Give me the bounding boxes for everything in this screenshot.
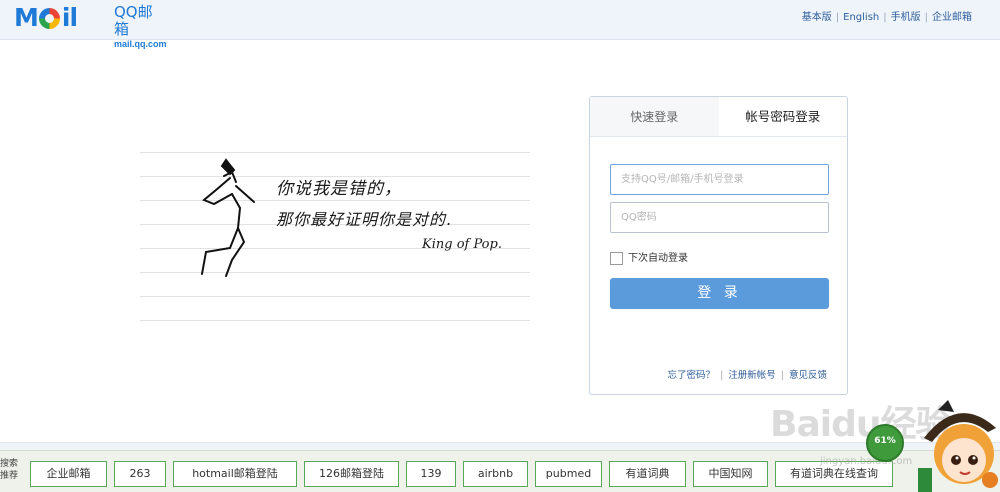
mobile-version-link[interactable]: 手机版 xyxy=(891,11,921,25)
chip-126[interactable]: 126邮箱登陆 xyxy=(304,461,399,487)
feedback-link[interactable]: 意见反馈 xyxy=(789,370,827,382)
chip-263[interactable]: 263 xyxy=(114,461,166,487)
divider: | xyxy=(835,12,840,23)
login-help-links: 忘了密码？ | 注册新帐号 | 意见反馈 xyxy=(668,370,827,382)
logo-mark: Mil xyxy=(14,4,100,32)
tab-quick-login[interactable]: 快速登录 xyxy=(590,97,719,136)
chip-pubmed[interactable]: pubmed xyxy=(535,461,602,487)
logo-caption: QQ邮箱 mail.qq.com xyxy=(114,4,167,50)
top-header: Mil QQ邮箱 mail.qq.com 基本版 | English | 手机版… xyxy=(0,0,1000,50)
divider: | xyxy=(924,12,928,23)
remember-checkbox[interactable] xyxy=(610,252,623,265)
quote-line-1: 你说我是错的， xyxy=(276,179,402,199)
logo-ring-icon xyxy=(39,8,60,29)
chip-cnki[interactable]: 中国知网 xyxy=(693,461,768,487)
login-panel: 快速登录 帐号密码登录 支持QQ号/邮箱/手机号登录 QQ密码 下次自动登录 登… xyxy=(589,96,848,395)
dancer-figure-icon xyxy=(201,158,255,277)
divider: | xyxy=(780,370,784,381)
divider: | xyxy=(883,12,887,23)
forgot-password-link[interactable]: 忘了密码？ xyxy=(668,370,716,382)
basic-version-link[interactable]: 基本版 xyxy=(802,11,832,25)
percent-badge-text: 61% xyxy=(874,436,896,446)
register-link[interactable]: 注册新帐号 xyxy=(728,370,776,382)
chip-youdao[interactable]: 有道词典 xyxy=(609,461,686,487)
login-tabs: 快速登录 帐号密码登录 xyxy=(590,97,847,137)
quote-line-2: 那你最好证明你是对的. xyxy=(276,210,453,229)
baidu-watermark-url: jingyan.baidu.com xyxy=(820,456,913,467)
chip-139[interactable]: 139 xyxy=(406,461,456,487)
ruled-line xyxy=(140,296,530,297)
king-of-pop-sketch: 你说我是错的， 那你最好证明你是对的. King of Pop. xyxy=(140,140,540,330)
login-button[interactable]: 登 录 xyxy=(610,278,829,309)
enterprise-mail-link[interactable]: 企业邮箱 xyxy=(932,11,972,25)
english-link[interactable]: English xyxy=(843,11,879,25)
qq-mail-logo[interactable]: Mil QQ邮箱 mail.qq.com xyxy=(14,2,167,50)
logo-url-text: mail.qq.com xyxy=(114,39,167,49)
recommend-chips: 企业邮箱 263 hotmail邮箱登陆 126邮箱登陆 139 airbnb … xyxy=(30,461,893,487)
logo-cn-text: QQ邮箱 xyxy=(114,3,153,38)
header-links: 基本版 | English | 手机版 | 企业邮箱 xyxy=(802,11,972,25)
signature: King of Pop. xyxy=(422,237,502,252)
password-input[interactable]: QQ密码 xyxy=(610,202,829,233)
username-input[interactable]: 支持QQ号/邮箱/手机号登录 xyxy=(610,164,829,195)
ruled-line xyxy=(140,320,530,321)
chip-airbnb[interactable]: airbnb xyxy=(463,461,528,487)
ruled-line xyxy=(140,152,530,153)
chip-enterprise-mail[interactable]: 企业邮箱 xyxy=(30,461,107,487)
remember-label: 下次自动登录 xyxy=(628,252,688,264)
remember-me[interactable]: 下次自动登录 xyxy=(610,252,688,265)
tab-password-login[interactable]: 帐号密码登录 xyxy=(719,97,848,136)
chip-hotmail[interactable]: hotmail邮箱登陆 xyxy=(173,461,297,487)
divider: | xyxy=(720,370,724,381)
search-recommend-label: 搜索 推荐 xyxy=(0,459,19,481)
mascot-girl-icon xyxy=(918,400,998,492)
